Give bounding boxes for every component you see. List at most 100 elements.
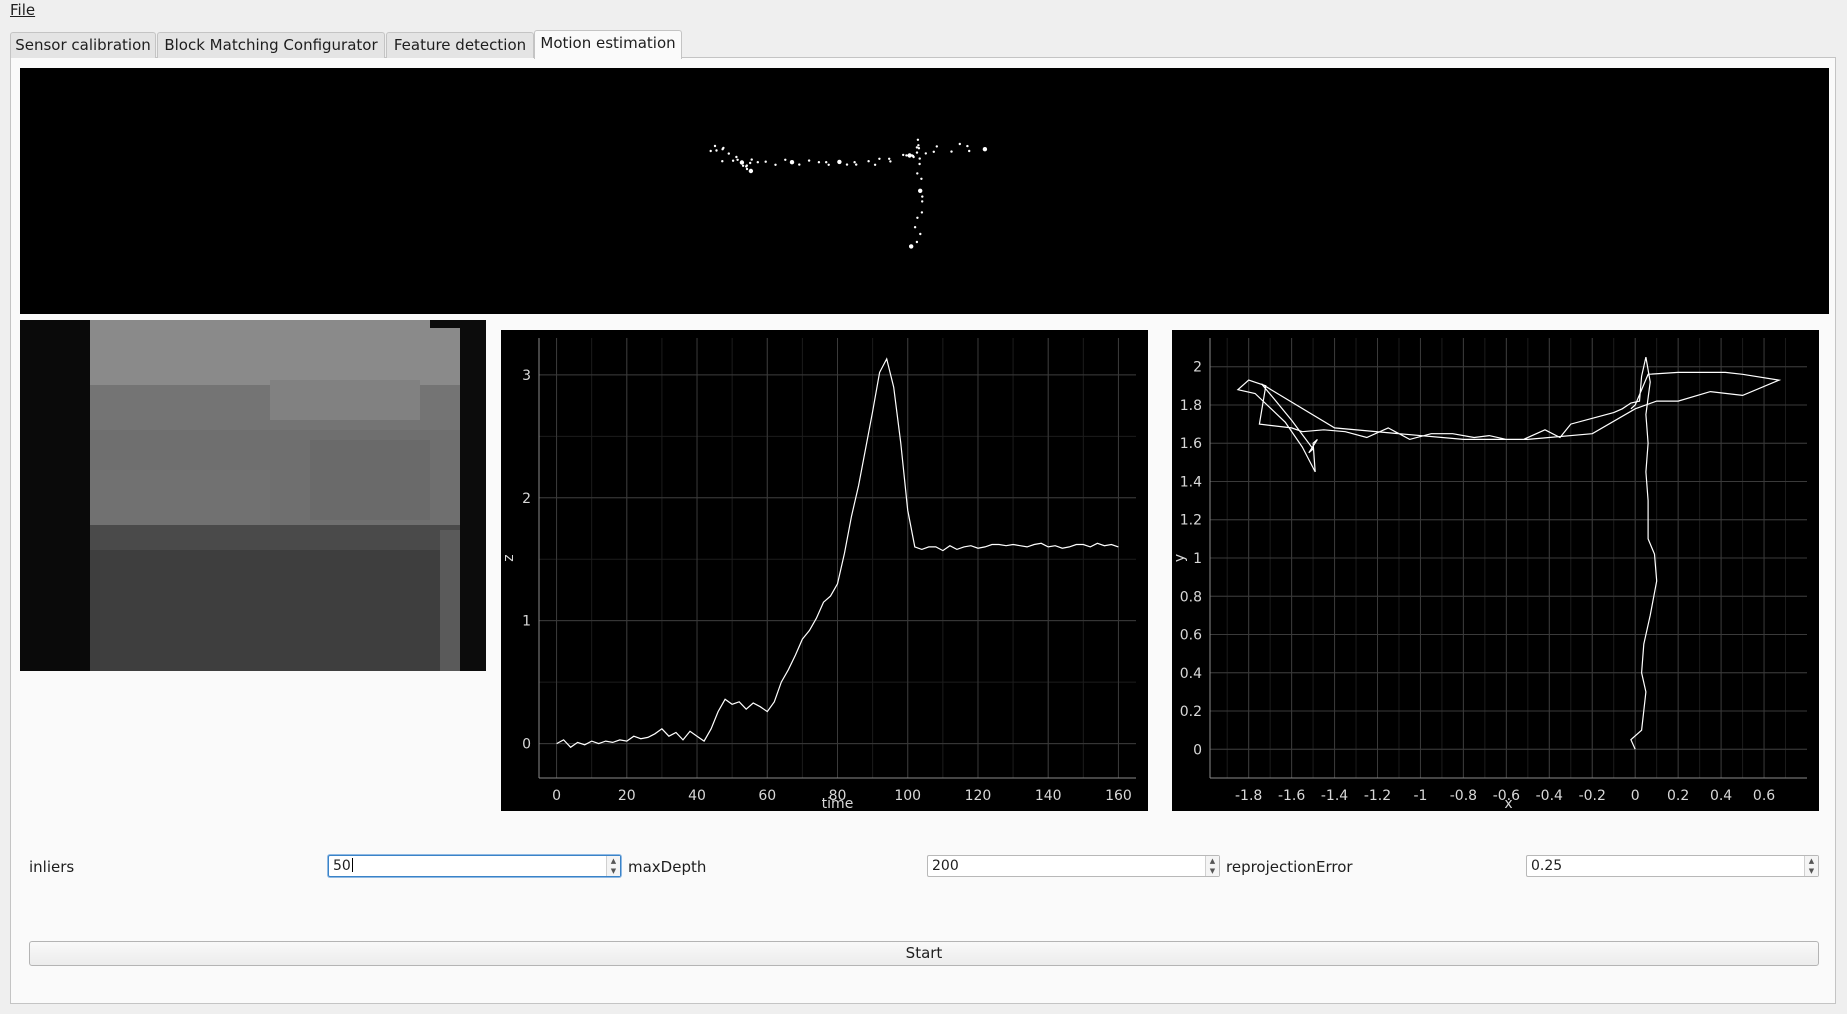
- point-cloud-point: [741, 164, 745, 167]
- point-cloud-point: [731, 159, 735, 162]
- xy-plot-x-tick-label: -1.4: [1321, 788, 1348, 804]
- xy-plot-y-tick-label: 0.4: [1180, 666, 1202, 682]
- point-cloud-point: [722, 146, 725, 150]
- point-cloud-point: [909, 245, 912, 248]
- z-plot-x-tick-label: 100: [894, 788, 921, 804]
- point-cloud-point: [713, 144, 717, 148]
- xy-plot-y-tick-label: 0.6: [1180, 628, 1202, 644]
- xy-plot-x-axis-label: x: [1504, 796, 1512, 811]
- point-cloud-point: [915, 146, 919, 149]
- point-cloud-point: [845, 163, 849, 166]
- point-cloud-point: [798, 163, 801, 166]
- point-cloud-point: [917, 144, 920, 147]
- point-cloud-point: [789, 160, 795, 165]
- max-depth-spinbox[interactable]: 200 ▲ ▼: [927, 855, 1220, 877]
- xy-plot-y-tick-label: 1.6: [1180, 436, 1202, 452]
- point-cloud-point: [715, 149, 718, 152]
- xy-trajectory-plot[interactable]: -1.8 -1.6 -1.4 -1.2 -1 -0.8 -0.6 -0.4 -0.2 0 0.2 0.…: [1172, 330, 1819, 812]
- point-cloud-point: [749, 161, 752, 165]
- depth-map-image: [20, 320, 486, 671]
- max-depth-label: maxDepth: [628, 858, 707, 876]
- point-cloud-point: [750, 158, 753, 161]
- reprojection-error-value: 0.25: [1531, 858, 1563, 874]
- point-cloud-point: [889, 160, 892, 163]
- point-cloud-point: [916, 216, 919, 219]
- reprojection-error-step-down-icon[interactable]: ▼: [1805, 866, 1818, 876]
- point-cloud-point: [837, 159, 842, 165]
- z-plot-grid: [539, 338, 1136, 778]
- point-cloud-point: [921, 195, 924, 198]
- z-plot-x-tick-label: 140: [1035, 788, 1062, 804]
- reprojection-error-label: reprojectionError: [1226, 858, 1353, 876]
- point-cloud-view[interactable]: [20, 68, 1829, 314]
- reprojection-error-spinbox[interactable]: 0.25 ▲ ▼: [1526, 855, 1819, 877]
- xy-plot-series-line: [1236, 356, 1782, 750]
- point-cloud-point: [915, 240, 919, 244]
- point-cloud-point: [918, 157, 921, 160]
- point-cloud-point: [784, 158, 787, 161]
- z-plot-x-tick-label: 120: [965, 788, 992, 804]
- text-caret: [351, 858, 353, 872]
- point-cloud-point: [764, 160, 767, 163]
- z-over-time-plot[interactable]: 0 20 40 60 80 100 120 140 160 0 1 2 3 time z: [501, 330, 1148, 812]
- point-cloud-point: [853, 161, 856, 164]
- point-cloud-point: [709, 149, 712, 153]
- xy-plot-x-tick-label: -0.4: [1536, 788, 1563, 804]
- point-cloud-point: [774, 163, 777, 166]
- point-cloud-point: [727, 152, 730, 155]
- point-cloud-point: [924, 152, 927, 155]
- point-cloud-point: [905, 154, 908, 157]
- inliers-spinbox[interactable]: 50 ▲ ▼: [328, 855, 621, 877]
- xy-plot-x-tick-label: -0.2: [1579, 788, 1606, 804]
- z-plot-y-tick-label: 1: [522, 614, 531, 630]
- xy-plot-y-tick-label: 1.4: [1180, 474, 1202, 490]
- tab-feature-detection[interactable]: Feature detection: [386, 32, 534, 58]
- max-depth-step-down-icon[interactable]: ▼: [1206, 866, 1219, 876]
- point-cloud-point: [918, 188, 923, 193]
- z-plot-x-tick-label: 40: [688, 788, 706, 804]
- point-cloud-point: [735, 155, 738, 159]
- xy-plot-x-tick-label: 0: [1631, 788, 1640, 804]
- menu-file[interactable]: File: [10, 0, 35, 20]
- point-cloud-point: [817, 161, 821, 164]
- point-cloud-point: [920, 177, 923, 180]
- point-cloud-point: [915, 151, 919, 154]
- xy-plot-y-tick-label: 1.2: [1180, 513, 1202, 529]
- max-depth-value: 200: [932, 858, 959, 874]
- point-cloud-point: [748, 168, 754, 174]
- inliers-step-up-icon[interactable]: ▲: [607, 856, 620, 866]
- point-cloud-point: [825, 161, 828, 164]
- xy-plot-x-tick-label: -1.6: [1278, 788, 1305, 804]
- point-cloud-point: [968, 149, 971, 153]
- point-cloud-point: [878, 157, 881, 160]
- point-cloud-point: [745, 167, 749, 171]
- xy-plot-y-axis-label: y: [1172, 554, 1188, 562]
- point-cloud-point: [966, 144, 969, 148]
- point-cloud-point: [867, 160, 870, 163]
- point-cloud-point: [916, 138, 920, 141]
- menu-bar: File: [0, 0, 1847, 20]
- inliers-step-down-icon[interactable]: ▼: [607, 866, 620, 876]
- tab-block-matching-configurator[interactable]: Block Matching Configurator: [157, 32, 385, 58]
- point-cloud-point: [745, 165, 748, 168]
- z-plot-y-tick-label: 2: [522, 491, 531, 507]
- max-depth-step-up-icon[interactable]: ▲: [1206, 856, 1219, 866]
- z-plot-y-tick-label: 0: [522, 737, 531, 753]
- xy-plot-x-tick-label: 0.2: [1667, 788, 1689, 804]
- xy-plot-x-tick-label: -1.8: [1235, 788, 1262, 804]
- tab-motion-estimation[interactable]: Motion estimation: [534, 30, 682, 59]
- xy-plot-y-tick-label: 0: [1193, 742, 1202, 758]
- xy-plot-x-tick-label: -1: [1413, 788, 1427, 804]
- point-cloud-point: [958, 142, 961, 146]
- reprojection-error-step-up-icon[interactable]: ▲: [1805, 856, 1818, 866]
- xy-plot-x-tick-label: 0.4: [1710, 788, 1732, 804]
- start-button[interactable]: Start: [29, 941, 1819, 966]
- point-cloud-point: [827, 163, 830, 166]
- tab-sensor-calibration[interactable]: Sensor calibration: [10, 32, 156, 58]
- point-cloud-point: [736, 158, 739, 161]
- point-cloud-point: [916, 172, 919, 175]
- xy-plot-y-tick-label: 0.2: [1180, 704, 1202, 720]
- xy-plot-y-tick-label: 2: [1193, 360, 1202, 376]
- inliers-value: 50: [333, 858, 351, 874]
- xy-plot-y-tick-label: 0.8: [1180, 589, 1202, 605]
